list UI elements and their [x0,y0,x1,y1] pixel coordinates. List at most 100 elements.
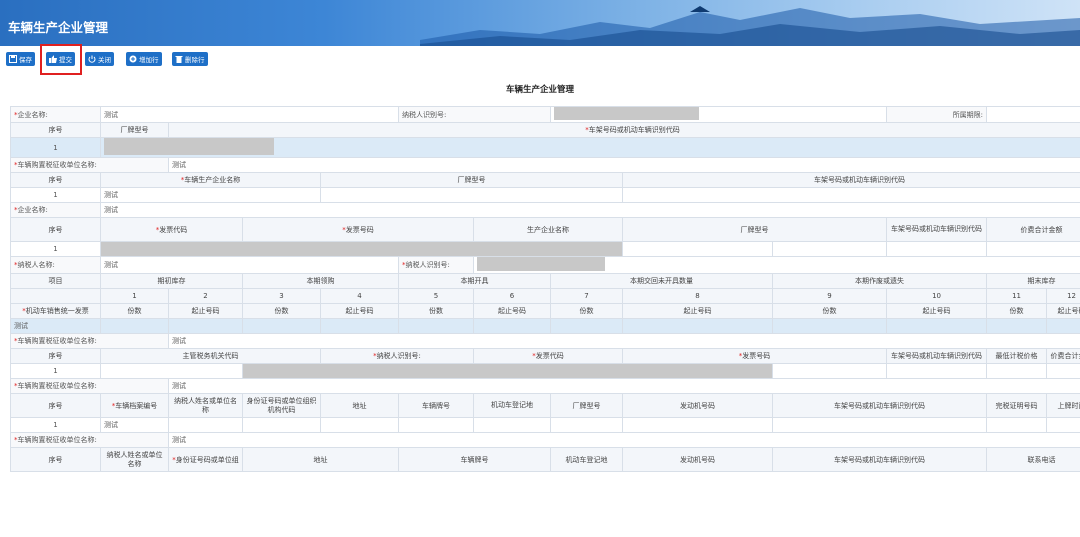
col-invoice-no: *发票号码 [622,348,888,364]
period-field[interactable] [986,106,1080,123]
cell[interactable] [622,417,774,433]
cell[interactable] [550,417,624,433]
company-name-field[interactable]: 测试 [99,202,1080,218]
cell[interactable] [242,318,321,334]
office-field[interactable] [100,363,243,379]
item-field[interactable]: 测试 [10,318,101,334]
toolbar: 保存 提交 关闭 增加行 删除行 [0,48,1080,70]
column-number-row: 1 2 3 4 5 6 7 8 9 10 11 12 [10,288,1080,304]
col-total-amount: 价费合计金额 [1046,348,1080,364]
vin-field[interactable] [622,187,1080,203]
company-row: *企业名称: 测试 纳税人识别号: 所属期限: [10,106,1080,123]
cell[interactable] [398,417,474,433]
col-plate: 车辆牌号 [397,447,552,472]
cell[interactable] [168,318,243,334]
col-brand-model: 厂牌型号 [550,393,624,418]
tax-office-field[interactable]: 测试 [167,333,1080,349]
col-num: 12 [1046,288,1080,304]
submit-highlight-box [40,44,82,75]
tax-office-field[interactable]: 测试 [167,432,1080,448]
col-owner-name: 纳税人姓名或单位名称 [100,447,169,472]
cell[interactable] [550,318,624,334]
col-num: 11 [986,288,1048,304]
col-num: 10 [886,288,988,304]
taxpayer-id-field[interactable] [472,256,1080,274]
col-range: 起止号码 [622,303,774,319]
taxpayer-name-field[interactable]: 测试 [100,256,399,274]
table-row[interactable]: 1 测试 [10,187,1080,203]
cell[interactable] [242,417,321,433]
taxpayer-id-label: 纳税人识别号: [397,106,552,123]
cell[interactable] [472,318,552,334]
col-vin: 车架号码或机动车辆识别代码 [772,393,988,418]
vin-field[interactable] [772,241,888,257]
table-row[interactable]: 1 测试 [10,417,1080,433]
amount-field[interactable] [986,241,1080,257]
col-min-price: 最低计税价格 [986,348,1048,364]
cell[interactable] [472,417,552,433]
cell[interactable] [772,318,888,334]
table-row[interactable]: 1 [10,363,1080,379]
archive-field[interactable]: 测试 [100,417,169,433]
tax-office-field[interactable]: 测试 [167,378,1080,394]
col-vin: 车架号码或机动车辆识别代码 [886,348,988,364]
cell[interactable] [886,363,988,379]
table-row[interactable]: 测试 [10,318,1080,334]
taxpayer-id-field[interactable] [550,106,888,123]
cell[interactable] [772,363,888,379]
vin-field-2[interactable] [886,241,988,257]
cell[interactable] [398,318,474,334]
col-brand-model: 厂牌型号 [622,217,888,242]
close-button[interactable]: 关闭 [85,52,114,66]
invoice-field-masked[interactable] [99,241,624,257]
cell[interactable] [772,417,988,433]
col-voided: 本期作废或遗失 [772,273,988,289]
cell[interactable] [886,318,988,334]
vin-field[interactable] [99,137,1080,158]
col-num: 1 [100,288,169,304]
cell[interactable] [986,363,1048,379]
col-copies: 份数 [772,303,888,319]
cell[interactable] [168,417,243,433]
col-range: 起止号码 [1046,303,1080,319]
great-wall-banner-image [420,6,1080,46]
col-copies: 份数 [398,303,474,319]
cell[interactable] [1046,363,1080,379]
cell[interactable] [1046,318,1080,334]
col-num: 9 [772,288,888,304]
col-num: 3 [242,288,321,304]
table-row[interactable]: 1 [10,241,1080,257]
taxpayer-row: *纳税人名称: 测试 *纳税人识别号: [10,256,1080,274]
col-maker-name: 生产企业名称 [472,217,624,242]
col-unified-invoice: *机动车销售统一发票 [10,303,101,319]
col-id-code: *身份证号码或单位组 [168,447,243,472]
col-num: 8 [622,288,774,304]
tax-office-row: *车辆购置税征收单位名称: 测试 [10,432,1080,448]
cell[interactable] [986,318,1048,334]
table-row[interactable]: 1 [10,137,1080,158]
table-header-row: 项目 期初库存 本期领购 本期开具 本期交回未开具数量 本期作废或遗失 期末库存 [10,273,1080,289]
app-title: 车辆生产企业管理 [8,20,109,35]
add-row-button[interactable]: 增加行 [126,52,162,66]
col-engine-no: 发动机号码 [622,393,774,418]
col-address: 地址 [242,447,399,472]
tax-office-field[interactable]: 测试 [167,157,1080,173]
maker-field[interactable]: 测试 [100,187,321,203]
masked-field[interactable] [241,363,774,379]
save-icon [9,55,17,63]
company-name-field[interactable]: 测试 [100,106,399,123]
delete-row-button[interactable]: 删除行 [172,52,208,66]
cell[interactable] [100,318,169,334]
col-range: 起止号码 [886,303,988,319]
cell[interactable] [622,318,774,334]
cell[interactable] [1046,417,1080,433]
col-seq: 序号 [10,217,101,242]
brand-model-field[interactable] [622,241,774,257]
col-taxpayer-id: *纳税人识别号: [320,348,474,364]
cell[interactable] [320,318,399,334]
col-id-code: 身份证号码或单位组织机构代码 [242,393,321,418]
save-button[interactable]: 保存 [6,52,35,66]
cell[interactable] [320,417,399,433]
cell[interactable] [986,417,1048,433]
brand-model-field[interactable] [319,187,624,203]
